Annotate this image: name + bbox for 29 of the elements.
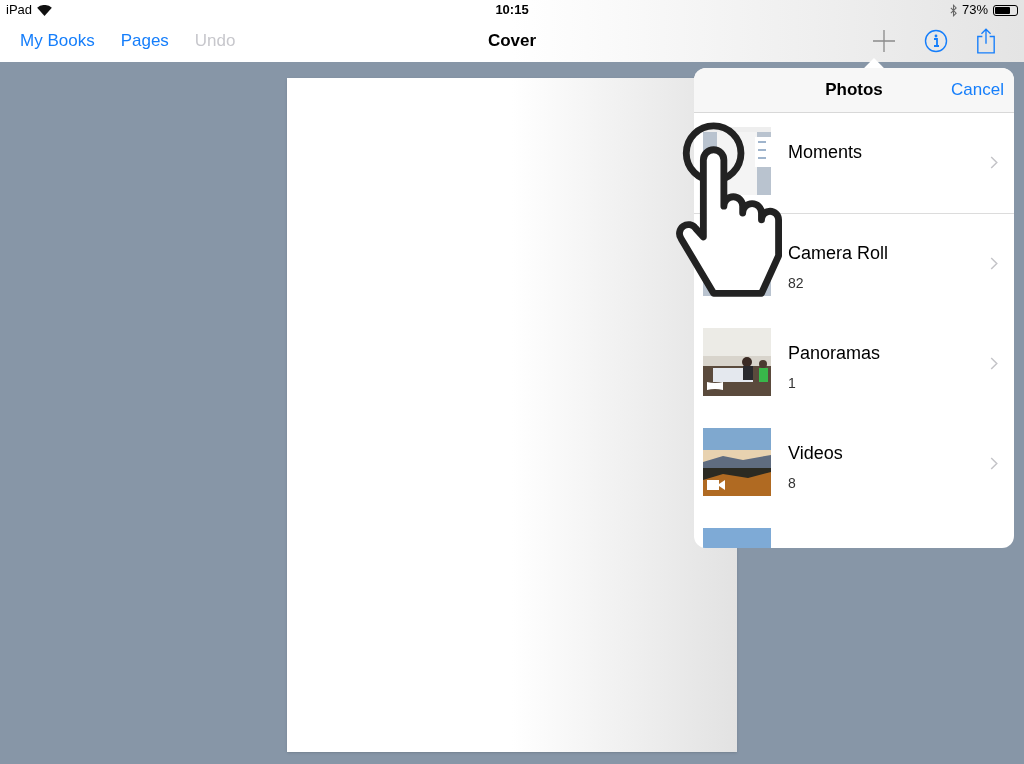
album-name: Panoramas	[788, 342, 882, 365]
nav-button[interactable]: Pages	[120, 28, 169, 54]
info-icon[interactable]	[924, 29, 948, 53]
chevron-icon	[990, 156, 998, 169]
bluetooth-icon	[949, 3, 957, 17]
album-count: 82	[788, 274, 805, 293]
popover-title: Photos	[825, 79, 883, 102]
album-count: 1	[788, 374, 797, 393]
page-title: Cover	[487, 30, 537, 53]
battery-percentage: 73%	[961, 1, 988, 20]
album-row[interactable]: Videos 8	[694, 414, 1014, 514]
chevron-icon	[990, 357, 998, 370]
video-camera-icon	[707, 480, 725, 490]
carrier-label: iPad	[6, 1, 33, 20]
chevron-icon	[990, 457, 998, 470]
share-icon[interactable]	[976, 28, 996, 54]
cancel-button[interactable]: Cancel	[951, 77, 1004, 103]
nav-button[interactable]: My Books	[20, 28, 95, 54]
chevron-icon	[990, 257, 998, 270]
album-row[interactable]: Panoramas 1	[694, 314, 1014, 414]
album-name: Camera Roll	[788, 242, 890, 265]
panorama-icon	[707, 382, 723, 390]
album-count: 8	[788, 474, 797, 493]
wifi-icon	[37, 4, 53, 16]
album-name: Videos	[788, 442, 844, 465]
clock: 10:15	[495, 1, 529, 20]
add-icon[interactable]	[872, 29, 896, 53]
album-name: Moments	[788, 141, 864, 164]
battery-icon	[993, 4, 1018, 16]
